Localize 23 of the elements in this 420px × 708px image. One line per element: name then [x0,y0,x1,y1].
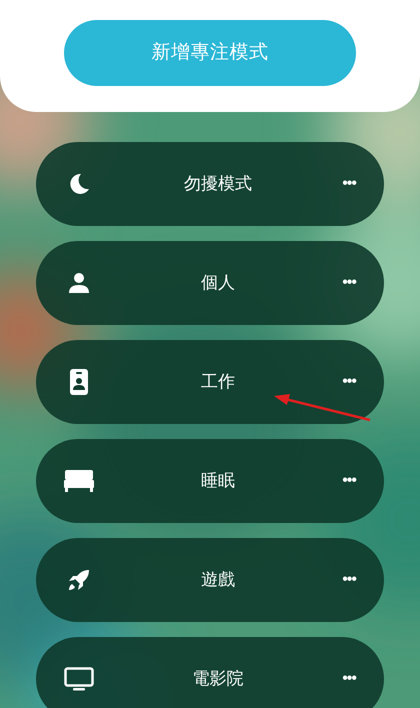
focus-mode-label: 勿擾模式 [184,174,252,194]
more-button[interactable]: ••• [342,271,356,295]
focus-mode-button[interactable]: 電影院 ••• [36,637,384,708]
focus-mode-label: 遊戲 [201,570,236,590]
focus-mode-button[interactable]: 個人 ••• [36,241,384,325]
focus-mode-button[interactable]: 睡眠 ••• [36,439,384,523]
focus-mode-label: 工作 [201,372,236,392]
more-button[interactable]: ••• [342,370,356,394]
focus-mode-button[interactable]: 勿擾模式 ••• [36,142,384,226]
more-button[interactable]: ••• [342,568,356,592]
focus-mode-label: 睡眠 [201,471,236,490]
badge-icon [70,369,88,395]
focus-mode-button[interactable]: 遊戲 ••• [36,538,384,622]
person-icon [68,272,90,294]
focus-mode-label: 電影院 [192,669,244,688]
tv-icon [64,667,94,691]
more-button[interactable]: ••• [342,172,356,196]
focus-mode-button[interactable]: 工作 ••• [36,340,384,424]
rocket-icon [67,568,91,592]
focus-mode-label: 個人 [201,273,236,292]
bed-icon [64,470,94,492]
more-button[interactable]: ••• [342,667,356,691]
more-button[interactable]: ••• [342,469,356,493]
